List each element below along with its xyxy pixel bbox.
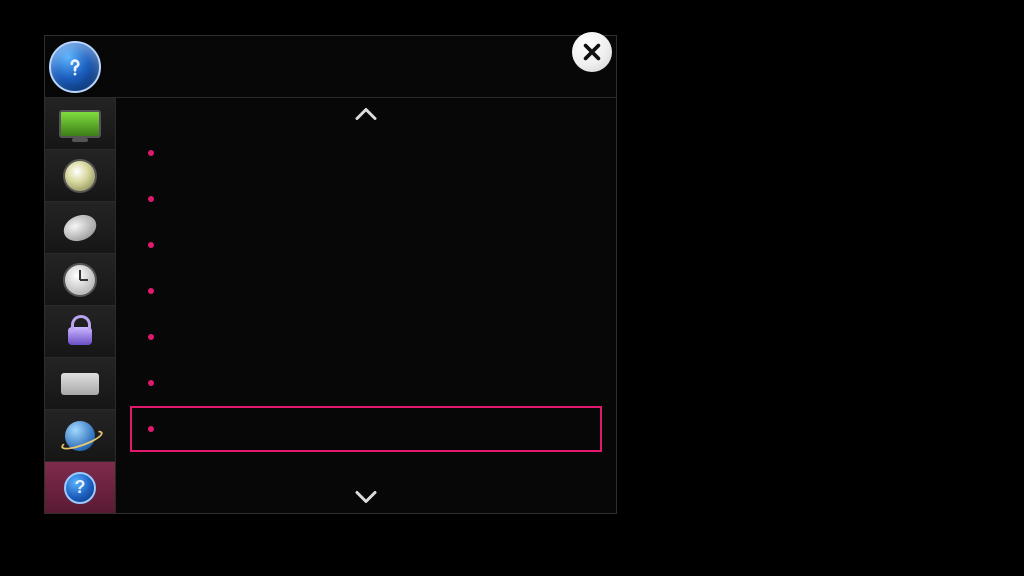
toolbox-icon (59, 369, 101, 399)
bullet-icon (148, 288, 154, 294)
globe-icon (59, 421, 101, 451)
list-item[interactable] (130, 176, 602, 222)
bullet-icon (148, 334, 154, 340)
chevron-up-icon (351, 104, 381, 124)
tv-icon (59, 109, 101, 139)
bullet-icon (148, 380, 154, 386)
bullet-icon (148, 426, 154, 432)
list-item[interactable] (130, 222, 602, 268)
list-item[interactable] (130, 130, 602, 176)
chevron-down-icon (351, 487, 381, 507)
option-list (126, 130, 606, 481)
clock-icon (59, 265, 101, 295)
bullet-icon (148, 196, 154, 202)
speaker-icon (59, 161, 101, 191)
sidebar-item-channel[interactable] (45, 202, 115, 254)
list-item[interactable] (130, 406, 602, 452)
bullet-icon (148, 150, 154, 156)
scroll-down-button[interactable] (126, 481, 606, 513)
sidebar: ? (45, 98, 116, 513)
content-area (116, 98, 616, 513)
help-icon (49, 41, 101, 93)
settings-panel: ? (44, 35, 617, 514)
help-icon: ? (59, 473, 101, 503)
sidebar-item-support[interactable]: ? (45, 462, 115, 513)
bullet-icon (148, 242, 154, 248)
close-button[interactable] (572, 32, 612, 72)
list-item[interactable] (130, 360, 602, 406)
sidebar-item-picture[interactable] (45, 98, 115, 150)
list-item[interactable] (130, 268, 602, 314)
sidebar-item-time[interactable] (45, 254, 115, 306)
scroll-up-button[interactable] (126, 98, 606, 130)
sidebar-item-network[interactable] (45, 410, 115, 462)
lock-icon (59, 317, 101, 347)
list-item[interactable] (130, 314, 602, 360)
sidebar-item-sound[interactable] (45, 150, 115, 202)
sidebar-item-option[interactable] (45, 358, 115, 410)
satellite-icon (59, 213, 101, 243)
titlebar (45, 36, 616, 98)
close-icon (581, 41, 603, 63)
sidebar-item-lock[interactable] (45, 306, 115, 358)
